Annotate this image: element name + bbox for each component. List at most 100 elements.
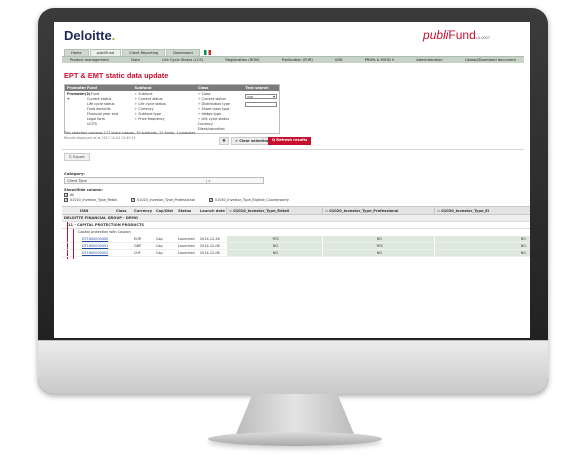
main-menu: Product management Data Life Cycle Statu… (62, 56, 524, 63)
column-header-class[interactable]: Class (114, 209, 132, 213)
export-label: Export (73, 155, 85, 159)
isin-link[interactable]: DT1800000402 (62, 251, 114, 255)
checkbox-icon (64, 197, 68, 202)
subgroup2-row[interactable]: Capital protection with Coupon (62, 229, 530, 236)
monitor-chin (38, 340, 548, 394)
table-row[interactable]: DT1800000400 EUR Cap Launched 2014-12-26… (62, 236, 530, 243)
checkbox-icon (131, 197, 135, 202)
menu-administration[interactable]: Administration (416, 58, 442, 62)
menu-life-cycle-status[interactable]: Life Cycle Status (LCS) (162, 58, 203, 62)
launch-date-cell: 2014-12-26 (200, 237, 220, 241)
table-row[interactable]: DT1800000401 GBP Cap Launched 2014-12-08… (62, 243, 530, 250)
table-row[interactable]: DT1800000402 CHF Cap Launched 2014-12-08… (62, 250, 530, 257)
investor-eligible-cell[interactable]: NO (434, 250, 530, 256)
column-checkbox-eligible-counterparty[interactable]: 01030_Investor_Type_Eligible_Counterpart… (208, 197, 289, 202)
filter-text-search: ISIN (243, 91, 279, 133)
filter-promoter[interactable]: Promoter(1) + (65, 91, 90, 133)
isin-link[interactable]: DT1800000400 (62, 237, 114, 241)
filter-subfund-item[interactable]: Price frequency (134, 117, 193, 122)
filter-subfund-list: Subfund Current status Life cycle status… (132, 91, 195, 133)
column-checkboxes: 01010_Investor_Type_Retail 01020_Investo… (64, 197, 289, 202)
category-label: Category: (64, 171, 85, 176)
category-select[interactable]: Client Type | x (64, 177, 264, 184)
section-divider (62, 149, 524, 150)
deloitte-logo[interactable]: Deloitte. (64, 28, 115, 43)
column-checkbox-professional[interactable]: 01020_Investor_Type_Professional (131, 197, 195, 202)
category-clear-icon[interactable]: | x (206, 178, 210, 184)
filter-header-promoter: Promoter (67, 86, 87, 90)
currency-cell: CHF (134, 251, 141, 255)
refresh-results-button[interactable]: Q Refresh results (268, 137, 312, 145)
isin-link[interactable]: DT1800000401 (62, 244, 114, 248)
launch-date-cell: 2014-12-08 (200, 244, 220, 248)
column-header-investor-professional[interactable]: 01020_Investor_Type_Professional (322, 207, 434, 214)
cap-dist-cell: Cap (156, 251, 163, 255)
filter-class-item[interactable]: Silent/cancelled (198, 127, 241, 132)
tab-client-reporting[interactable]: Client Reporting (122, 49, 166, 56)
tab-home[interactable]: Home (64, 49, 89, 56)
subgroup-row[interactable]: 11 - CAPITAL PROTECTION PRODUCTS (62, 222, 530, 229)
filter-class-list: Class Current status Distribution type S… (196, 91, 243, 133)
menu-data[interactable]: Data (131, 58, 140, 62)
column-header-status[interactable]: Status (176, 209, 198, 213)
currency-cell: GBP (134, 244, 141, 248)
column-checkbox-retail[interactable]: 01010_Investor_Type_Retail (64, 197, 117, 202)
status-cell: Launched (178, 237, 195, 241)
export-button[interactable]: ⎘ Export (64, 153, 90, 161)
investor-retail-cell[interactable]: YES (226, 236, 322, 242)
menu-kiid[interactable]: KIID (335, 58, 342, 62)
page-title: EPT & EMT static data update (64, 71, 169, 80)
filter-header-text-search: Text search (245, 86, 269, 90)
investor-eligible-cell[interactable]: NO (434, 243, 530, 249)
filter-fund-list: Fund Current status Life cycle status Fu… (85, 91, 132, 133)
launch-date-cell: 2014-12-08 (200, 251, 220, 255)
filter-header-subfund: Subfund (134, 86, 152, 90)
grid-header: ISIN Class Currency Cap/Dist Status Laun… (62, 206, 530, 215)
column-header-currency[interactable]: Currency (132, 209, 154, 213)
monitor-stand-neck (236, 394, 354, 434)
column-header-investor-retail[interactable]: 01010_Investor_Type_Retail (226, 207, 322, 214)
checkbox-icon (208, 197, 213, 202)
currency-cell: EUR (134, 237, 141, 241)
filter-header-class: Class (197, 86, 209, 90)
menu-registration[interactable]: Registration (ROM) (225, 58, 259, 62)
column-header-investor-eligible[interactable]: 01030_Investor_Type_El (434, 207, 530, 214)
menu-publication[interactable]: Publication (FUR) (282, 58, 313, 62)
menu-priips-mifid[interactable]: PRIIPs & MiFID II (365, 58, 394, 62)
tab-publifund[interactable]: publiFund (89, 49, 122, 56)
tab-dashboard[interactable]: Dashboard (166, 49, 200, 56)
menu-product-management[interactable]: Product management (70, 58, 109, 62)
selection-summary: This selection contains 177 share classe… (64, 131, 196, 135)
column-header-launch-date[interactable]: Launch date (198, 209, 226, 213)
investor-retail-cell[interactable]: NO (226, 250, 322, 256)
cap-dist-cell: Cap (156, 244, 163, 248)
product-logo: publiFundv3.0007 (423, 28, 490, 42)
results-timestamp: Results displayed as at 2017-10-04 12:40… (64, 136, 136, 140)
favorite-button[interactable]: ★ (219, 137, 229, 145)
top-tabs: Home publiFund Client Reporting Dashboar… (64, 49, 211, 56)
monitor-screen: Deloitte. publiFundv3.0007 Home publiFun… (54, 22, 530, 338)
investor-retail-cell[interactable]: NO (226, 243, 322, 249)
app-header: Deloitte. publiFundv3.0007 (54, 22, 530, 52)
filter-fund-item[interactable]: UCITS (87, 122, 130, 127)
column-header-isin[interactable]: ISIN (62, 209, 114, 213)
investor-eligible-cell[interactable]: NO (434, 236, 530, 242)
investor-professional-cell[interactable]: NO (322, 236, 434, 242)
column-header-cap-dist[interactable]: Cap/Dist (154, 209, 176, 213)
filter-panel: Promoter Fund Subfund Class Text search … (64, 84, 280, 134)
filter-header-fund: Fund (87, 86, 97, 90)
data-grid: ISIN Class Currency Cap/Dist Status Laun… (62, 206, 530, 259)
search-input[interactable] (245, 102, 277, 107)
status-cell: Launched (178, 251, 195, 255)
italian-flag-icon[interactable] (203, 50, 211, 55)
show-hide-label: Show/Hide column: (64, 188, 103, 192)
search-field-select[interactable]: ISIN (245, 94, 277, 99)
status-cell: Launched (178, 244, 195, 248)
investor-professional-cell[interactable]: YES (322, 243, 434, 249)
monitor-stand-base (208, 432, 382, 446)
group-row[interactable]: DELOITTE FINANCIAL GROUP - DEMO (62, 215, 530, 222)
menu-upload-download[interactable]: Upload/Download document (465, 58, 516, 62)
category-value: Client Type (67, 179, 87, 183)
cap-dist-cell: Cap (156, 237, 163, 241)
investor-professional-cell[interactable]: NO (322, 250, 434, 256)
